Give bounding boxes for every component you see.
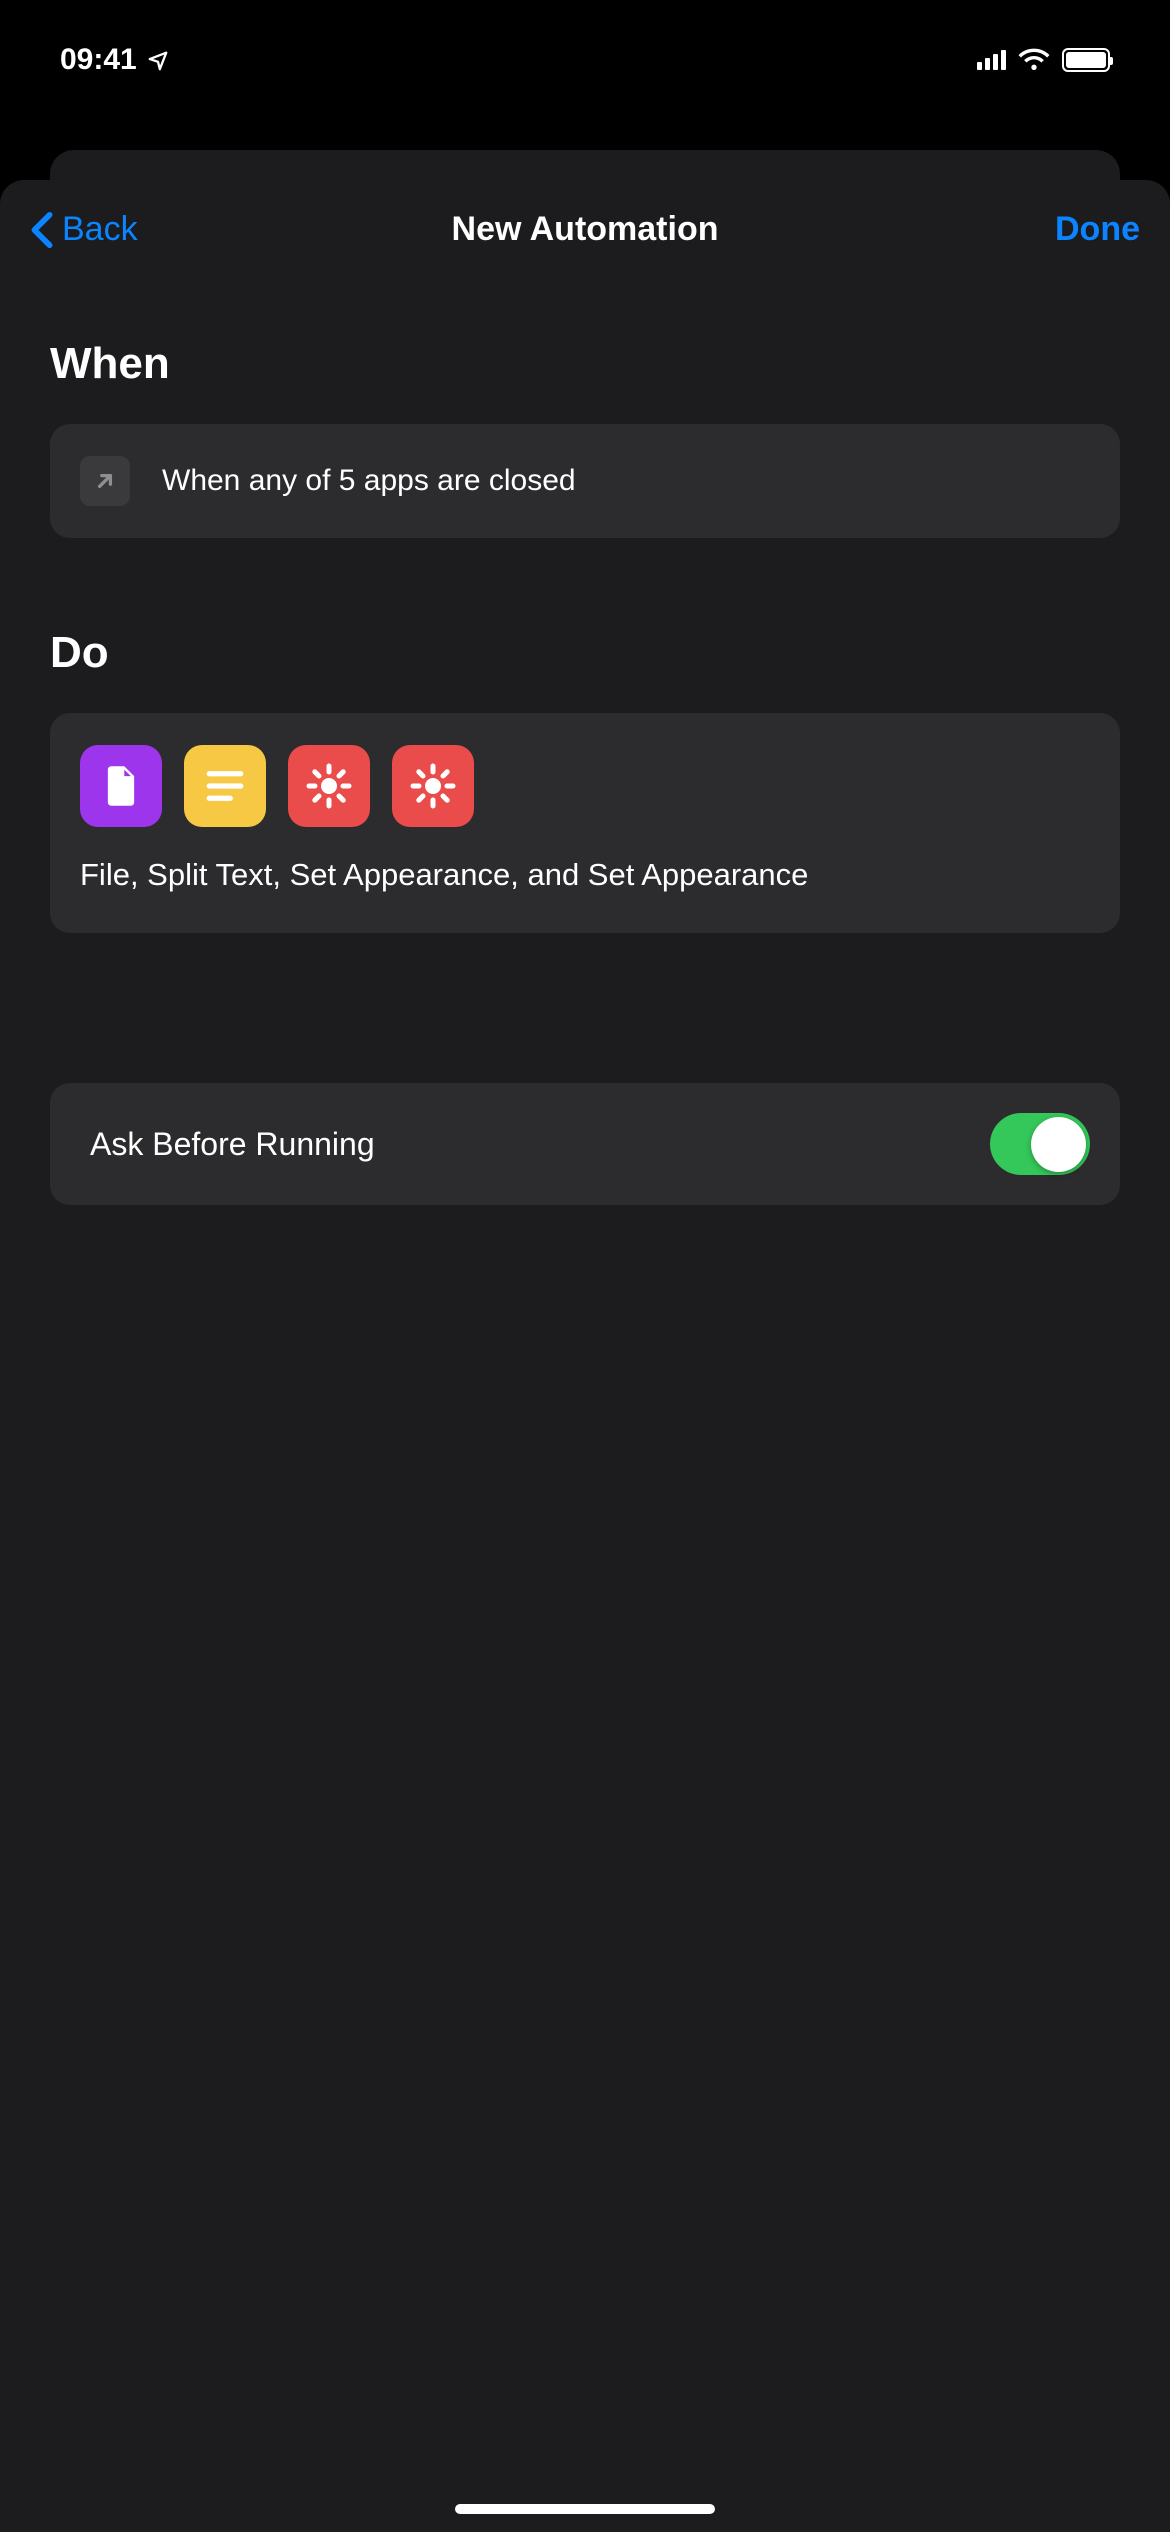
back-button[interactable]: Back bbox=[30, 210, 138, 249]
status-time: 09:41 bbox=[60, 43, 169, 77]
toggle-knob bbox=[1031, 1117, 1086, 1172]
location-icon bbox=[147, 49, 169, 71]
done-button[interactable]: Done bbox=[1055, 210, 1140, 249]
ask-before-running-row: Ask Before Running bbox=[50, 1083, 1120, 1205]
when-section: When When any of 5 apps are closed bbox=[50, 339, 1120, 538]
when-trigger-label: When any of 5 apps are closed bbox=[162, 464, 576, 498]
action-icons-row bbox=[80, 745, 1090, 827]
when-section-title: When bbox=[50, 339, 1120, 389]
appearance-icon bbox=[392, 745, 474, 827]
back-label: Back bbox=[62, 210, 138, 249]
options-section: Ask Before Running bbox=[50, 1083, 1120, 1205]
appearance-icon bbox=[288, 745, 370, 827]
ask-before-running-label: Ask Before Running bbox=[90, 1126, 375, 1163]
nav-bar: Back New Automation Done bbox=[0, 180, 1170, 279]
battery-icon bbox=[1062, 48, 1110, 72]
when-trigger-card[interactable]: When any of 5 apps are closed bbox=[50, 424, 1120, 538]
status-indicators bbox=[977, 46, 1110, 75]
do-actions-card[interactable]: File, Split Text, Set Appearance, and Se… bbox=[50, 713, 1120, 933]
page-title: New Automation bbox=[452, 210, 719, 249]
do-section: Do bbox=[50, 628, 1120, 933]
status-bar: 09:41 bbox=[0, 0, 1170, 100]
signal-icon bbox=[977, 50, 1006, 70]
ask-before-running-toggle[interactable] bbox=[990, 1113, 1090, 1175]
file-icon bbox=[80, 745, 162, 827]
do-section-title: Do bbox=[50, 628, 1120, 678]
chevron-left-icon bbox=[30, 211, 54, 249]
time-label: 09:41 bbox=[60, 43, 137, 77]
text-icon bbox=[184, 745, 266, 827]
action-summary-label: File, Split Text, Set Appearance, and Se… bbox=[80, 855, 1090, 895]
automation-sheet: Back New Automation Done When When any o… bbox=[0, 180, 1170, 2532]
wifi-icon bbox=[1018, 46, 1050, 75]
home-indicator[interactable] bbox=[455, 2504, 715, 2514]
app-trigger-icon bbox=[80, 456, 130, 506]
